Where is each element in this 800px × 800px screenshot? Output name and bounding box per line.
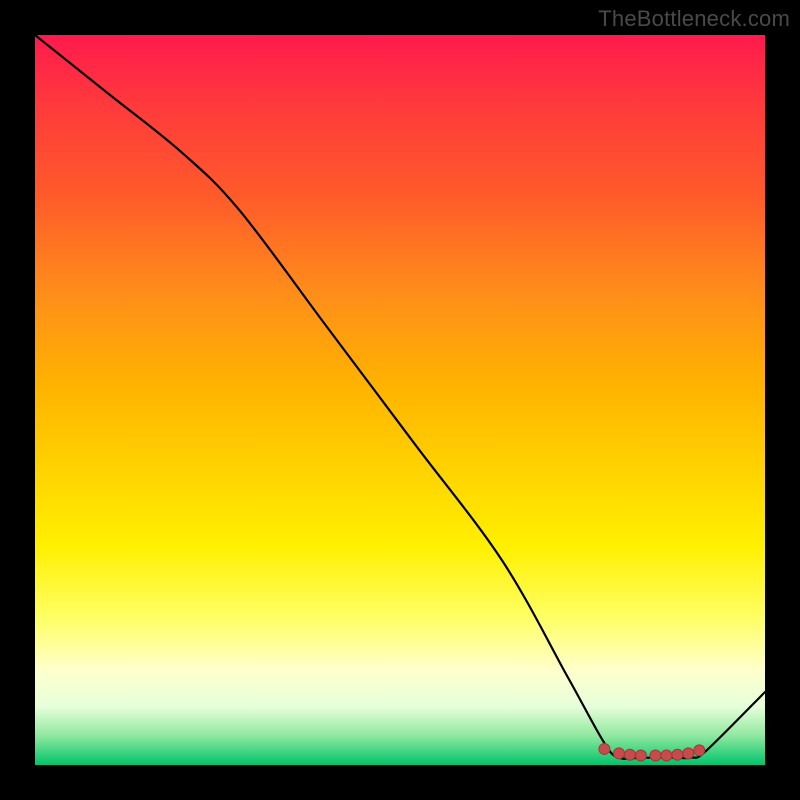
attribution-text: TheBottleneck.com (598, 6, 790, 32)
chart-frame: TheBottleneck.com (0, 0, 800, 800)
optimal-range-markers (599, 743, 705, 761)
optimal-marker (614, 748, 625, 759)
optimal-marker (661, 750, 672, 761)
optimal-marker (650, 750, 661, 761)
plot-area (35, 35, 765, 765)
optimal-marker (624, 749, 635, 760)
bottleneck-curve (35, 35, 765, 759)
optimal-marker (694, 745, 705, 756)
optimal-marker (599, 743, 610, 754)
chart-svg (35, 35, 765, 765)
optimal-marker (683, 748, 694, 759)
optimal-marker (672, 749, 683, 760)
optimal-marker (635, 750, 646, 761)
